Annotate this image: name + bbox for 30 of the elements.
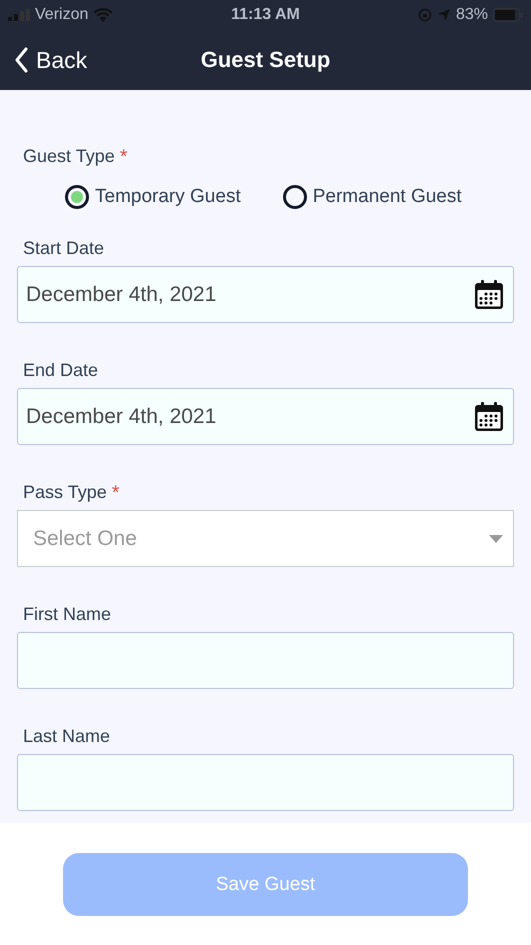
radio-label[interactable]: Temporary Guest bbox=[95, 186, 241, 208]
carrier-name: Verizon bbox=[35, 6, 88, 24]
calendar-icon bbox=[473, 278, 505, 310]
date-field[interactable]: December 4th, 2021 bbox=[17, 388, 514, 445]
required-asterisk: * bbox=[120, 146, 128, 169]
location-arrow-icon bbox=[436, 8, 451, 22]
battery-percent: 83% bbox=[456, 6, 488, 24]
clock-time: 11:13 AM bbox=[230, 6, 301, 24]
battery-icon bbox=[493, 8, 523, 22]
chevron-left-icon bbox=[14, 47, 28, 73]
calendar-icon bbox=[473, 400, 505, 432]
radio-button[interactable] bbox=[282, 185, 307, 209]
field-label: End Date bbox=[23, 360, 98, 381]
signal-icon bbox=[8, 9, 30, 21]
date-field[interactable]: December 4th, 2021 bbox=[17, 266, 514, 323]
wifi-icon bbox=[93, 8, 114, 22]
rotation-lock-icon bbox=[418, 8, 432, 22]
screen-title: Guest Setup bbox=[200, 47, 332, 73]
input-field[interactable] bbox=[17, 632, 514, 689]
input-field[interactable] bbox=[17, 754, 514, 811]
field-label: Last Name bbox=[23, 726, 110, 747]
field-label: Start Date bbox=[23, 238, 104, 259]
field-label: Pass Type bbox=[23, 482, 107, 503]
caret-down-icon bbox=[489, 534, 503, 542]
field-label: First Name bbox=[23, 604, 112, 625]
radio-button[interactable] bbox=[65, 185, 89, 209]
radio-label[interactable]: Permanent Guest bbox=[312, 186, 462, 208]
field-label: Guest Type bbox=[23, 146, 115, 167]
required-asterisk: * bbox=[112, 482, 120, 505]
back-button[interactable]: Back bbox=[0, 46, 88, 74]
